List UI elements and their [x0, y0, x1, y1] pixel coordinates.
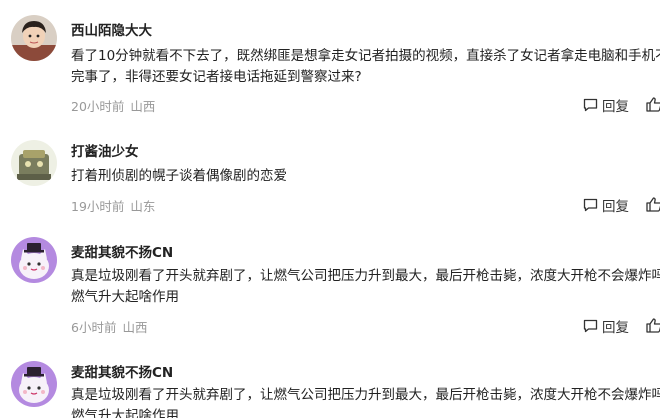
user-avatar-image [11, 361, 57, 407]
reply-button[interactable]: 回复 [583, 195, 629, 215]
avatar[interactable] [11, 361, 57, 407]
comment-text: 看了10分钟就看不下去了，既然绑匪是想拿走女记者拍摄的视频，直接杀了女记者拿走电… [71, 46, 660, 88]
thumbs-up-icon [646, 97, 660, 112]
comment-author[interactable]: 麦甜其貌不扬CN [71, 361, 173, 381]
comment-time: 20小时前 [71, 99, 125, 114]
comment-item: 麦甜其貌不扬CN 真是垃圾刚看了开头就弃剧了，让燃气公司把压力升到最大，最后开枪… [0, 346, 660, 418]
comment-item: 麦甜其貌不扬CN 真是垃圾刚看了开头就弃剧了，让燃气公司把压力升到最大，最后开枪… [0, 222, 660, 346]
comment-location: 山西 [130, 99, 156, 114]
comment-meta: 6小时前 山西 [71, 317, 147, 336]
comment-time: 19小时前 [71, 199, 125, 214]
reply-button[interactable]: 回复 [583, 95, 629, 115]
comment-location: 山西 [122, 320, 148, 335]
reply-button[interactable]: 回复 [583, 316, 629, 336]
comment-text-line: 燃气升大起啥作用 [71, 289, 179, 305]
avatar[interactable] [11, 15, 57, 61]
comment-meta: 20小时前 山西 [71, 96, 155, 115]
reply-label: 回复 [602, 199, 629, 215]
reply-label: 回复 [602, 320, 629, 336]
comment-item: 西山陌隐大大 看了10分钟就看不下去了，既然绑匪是想拿走女记者拍摄的视频，直接杀… [0, 0, 660, 120]
comment-bubble-icon [583, 98, 598, 112]
user-avatar-image [11, 15, 57, 61]
like-button[interactable] [646, 97, 660, 112]
avatar[interactable] [11, 237, 57, 283]
comment-text-line: 看了10分钟就看不下去了，既然绑匪是想拿走女记者拍摄的视频，直接杀了女记者拿走电… [71, 48, 660, 64]
comment-text-line: 完事了，非得还要女记者接电话拖延到警察过来? [71, 69, 362, 85]
comment-text-line: 燃气升大起啥作用 [71, 408, 179, 418]
comment-text: 真是垃圾刚看了开头就弃剧了，让燃气公司把压力升到最大，最后开枪击毙，浓度大开枪不… [71, 385, 660, 418]
comment-bubble-icon [583, 319, 598, 333]
user-avatar-image [11, 237, 57, 283]
comment-location: 山东 [130, 199, 156, 214]
avatar[interactable] [11, 140, 57, 186]
comment-item: 打酱油少女 打着刑侦剧的幌子谈着偶像剧的恋爱 19小时前 山东 回复 [0, 120, 660, 222]
comment-text-line: 真是垃圾刚看了开头就弃剧了，让燃气公司把压力升到最大，最后开枪击毙，浓度大开枪不… [71, 268, 660, 284]
like-button[interactable] [646, 318, 660, 333]
thumbs-up-icon [646, 318, 660, 333]
user-avatar-image [11, 140, 57, 186]
comment-text: 打着刑侦剧的幌子谈着偶像剧的恋爱 [71, 166, 660, 187]
comment-text-line: 打着刑侦剧的幌子谈着偶像剧的恋爱 [71, 168, 287, 184]
comment-meta: 19小时前 山东 [71, 196, 155, 215]
comment-author[interactable]: 打酱油少女 [71, 140, 139, 160]
reply-label: 回复 [602, 99, 629, 115]
thumbs-up-icon [646, 197, 660, 212]
comment-author[interactable]: 西山陌隐大大 [71, 19, 152, 39]
comment-author[interactable]: 麦甜其貌不扬CN [71, 241, 173, 261]
comment-bubble-icon [583, 198, 598, 212]
like-button[interactable] [646, 197, 660, 212]
comment-text: 真是垃圾刚看了开头就弃剧了，让燃气公司把压力升到最大，最后开枪击毙，浓度大开枪不… [71, 266, 660, 308]
comment-text-line: 真是垃圾刚看了开头就弃剧了，让燃气公司把压力升到最大，最后开枪击毙，浓度大开枪不… [71, 387, 660, 403]
comment-time: 6小时前 [71, 320, 117, 335]
